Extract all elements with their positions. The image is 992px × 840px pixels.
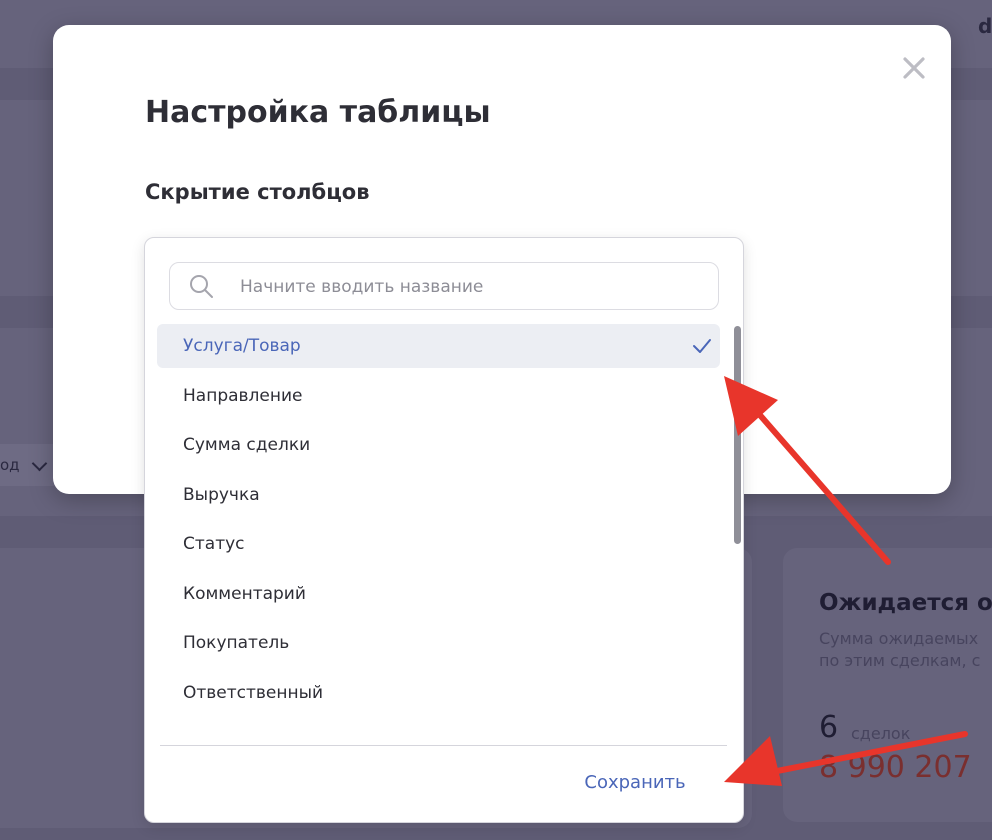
expected-card-description-line: по этим сделкам, с (819, 651, 981, 670)
search-input[interactable] (238, 263, 702, 311)
column-list: Услуга/Товар Направление Сумма сделки Вы… (157, 324, 720, 720)
column-option-label: Направление (183, 385, 303, 406)
column-option-label: Комментарий (183, 583, 306, 604)
column-visibility-dropdown: Услуга/Товар Направление Сумма сделки Вы… (144, 237, 744, 823)
background-expected-card: Ожидается о Сумма ожидаемых по этим сдел… (783, 548, 992, 822)
expected-card-amount: 8 990 207 (819, 750, 972, 785)
footer-divider (160, 745, 727, 746)
modal-title: Настройка таблицы (145, 95, 491, 130)
expected-card-title: Ожидается о (819, 590, 992, 616)
save-button[interactable]: Сохранить (575, 764, 695, 800)
column-option-label: Статус (183, 534, 245, 554)
search-field (169, 262, 719, 311)
expected-card-count-label: сделок (851, 724, 911, 743)
column-option-responsible[interactable]: Ответственный (157, 671, 720, 715)
column-option-label: Покупатель (183, 633, 290, 653)
expected-card-count: 6 (819, 710, 839, 745)
column-option-buyer[interactable]: Покупатель (157, 621, 720, 665)
expected-card-description: Сумма ожидаемых по этим сделкам, с (819, 628, 992, 672)
checkmark-icon (693, 339, 711, 353)
modal-subtitle: Скрытие столбцов (145, 180, 370, 204)
column-option-label: Услуга/Товар (183, 336, 301, 356)
column-option-label: Сумма сделки (183, 435, 311, 455)
column-option-comment[interactable]: Комментарий (157, 572, 720, 616)
column-option-service[interactable]: Услуга/Товар (157, 324, 720, 368)
expected-card-description-line: Сумма ожидаемых (819, 629, 979, 648)
column-option-label: Ответственный (183, 682, 324, 703)
column-option-deal-sum[interactable]: Сумма сделки (157, 423, 720, 467)
background-user-initial: d (978, 14, 992, 38)
list-scrollbar[interactable] (734, 324, 742, 730)
scrollbar-thumb[interactable] (734, 326, 741, 544)
search-icon (190, 275, 213, 298)
background-filter-select: од (0, 444, 60, 486)
column-option-revenue[interactable]: Выручка (157, 473, 720, 517)
column-option-status[interactable]: Статус (157, 522, 720, 566)
column-option-label: Выручка (183, 484, 260, 505)
background-filter-label: од (0, 456, 20, 474)
close-icon[interactable] (900, 54, 928, 82)
chevron-down-icon (31, 455, 48, 472)
column-option-direction[interactable]: Направление (157, 374, 720, 418)
